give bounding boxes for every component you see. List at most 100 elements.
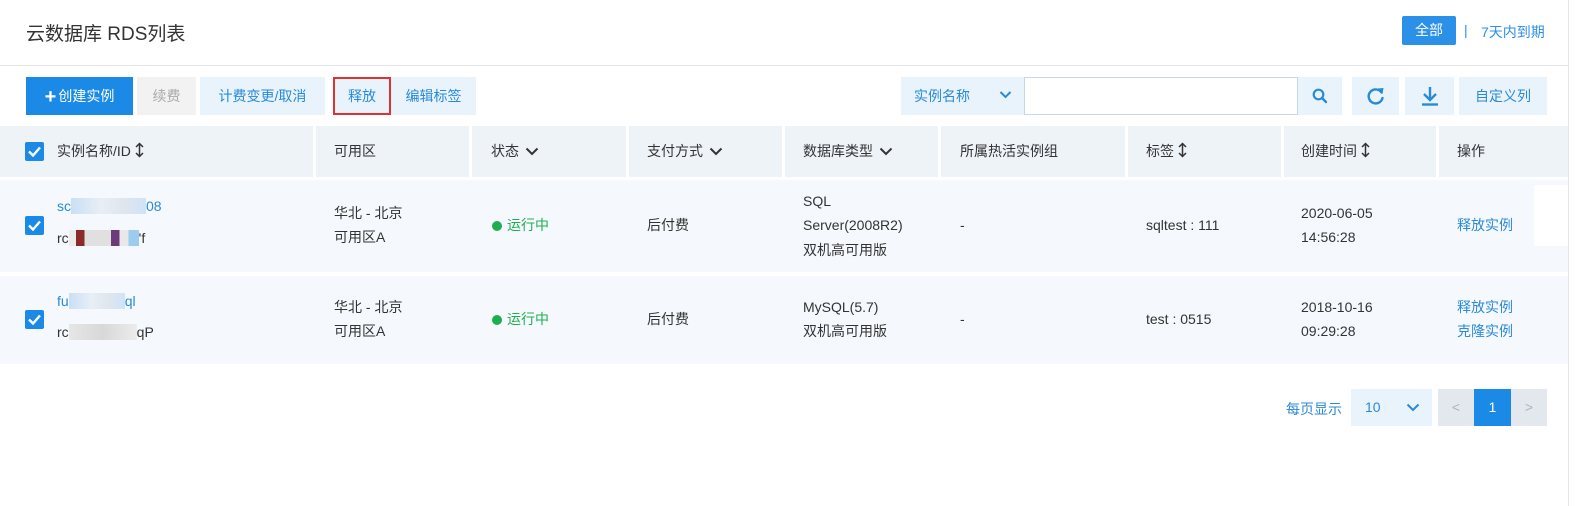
column-divider xyxy=(469,126,472,177)
instance-id: rc qP xyxy=(57,320,154,344)
column-divider xyxy=(626,126,629,177)
sort-icon xyxy=(1178,142,1187,158)
search-icon xyxy=(1312,88,1328,104)
column-label: 支付方式 xyxy=(647,143,703,159)
payment-type: 后付费 xyxy=(647,217,689,233)
created-time: 14:56:28 xyxy=(1301,229,1356,245)
instance-id-prefix: rc xyxy=(57,230,69,246)
plus-icon: + xyxy=(44,86,57,108)
chevron-down-icon xyxy=(999,91,1012,99)
column-divider xyxy=(1281,126,1284,177)
column-header-zone: 可用区 xyxy=(334,143,376,159)
instance-name-prefix: sc xyxy=(57,198,71,214)
column-label: 标签 xyxy=(1146,143,1174,159)
tag-value: sqltest : 111 xyxy=(1146,217,1220,233)
prev-page-button[interactable]: < xyxy=(1438,389,1474,426)
column-header-actions: 操作 xyxy=(1457,143,1485,159)
filter-expiring-7days-link[interactable]: 7天内到期 xyxy=(1481,22,1545,42)
overlay-patch xyxy=(1534,185,1568,246)
db-type-line-2: 双机高可用版 xyxy=(803,323,887,339)
column-label: 数据库类型 xyxy=(803,143,873,159)
download-button[interactable] xyxy=(1405,77,1454,115)
status-dot-icon xyxy=(492,315,502,325)
instance-name-suffix: 08 xyxy=(146,198,162,214)
release-instance-link[interactable]: 释放实例 xyxy=(1457,295,1513,319)
column-divider xyxy=(782,126,785,177)
column-divider xyxy=(1125,126,1128,177)
sort-icon xyxy=(1361,142,1370,158)
sort-icon xyxy=(135,142,144,158)
db-type-line-3: 双机高可用版 xyxy=(803,242,887,258)
chevron-down-icon xyxy=(879,147,893,156)
db-type-line-1: SQL xyxy=(803,193,832,209)
instance-name-suffix: ql xyxy=(124,293,136,309)
search-field-value: 实例名称 xyxy=(914,88,970,104)
column-header-status[interactable]: 状态 xyxy=(491,126,539,177)
instance-name-link[interactable]: fu ql xyxy=(57,289,136,313)
column-header-hot-group: 所属热活实例组 xyxy=(960,143,1058,159)
column-header-created[interactable]: 创建时间 xyxy=(1301,126,1370,177)
status-dot-icon xyxy=(492,221,502,231)
filter-all-button[interactable]: 全部 xyxy=(1402,16,1456,45)
hot-group-value: - xyxy=(960,217,965,233)
search-input[interactable] xyxy=(1024,77,1298,115)
column-divider xyxy=(313,126,316,177)
refresh-icon xyxy=(1367,88,1384,105)
hot-group-value: - xyxy=(960,311,965,327)
instance-id-prefix: rc xyxy=(57,324,69,340)
check-icon xyxy=(28,146,41,158)
table-row: fu ql rc qP 华北 - 北京 可用区A 运行中 后付费 MySQL(5.7… xyxy=(0,276,1568,364)
table-header: 实例名称/ID 可用区 状态 支付方式 数据库类型 所属热活实例组 标签 创建时… xyxy=(0,126,1568,177)
page-header: 云数据库 RDS列表 全部 | 7天内到期 xyxy=(0,0,1568,66)
column-label: 实例名称/ID xyxy=(57,143,131,159)
row-checkbox[interactable] xyxy=(25,310,44,329)
change-billing-button[interactable]: 计费变更/取消 xyxy=(200,77,325,115)
page-1-button[interactable]: 1 xyxy=(1474,389,1511,426)
zone-line-2: 可用区A xyxy=(334,229,386,245)
column-divider xyxy=(1436,126,1439,177)
column-label: 状态 xyxy=(491,143,519,159)
chevron-down-icon xyxy=(525,147,539,156)
edit-tags-button[interactable]: 编辑标签 xyxy=(391,77,476,115)
created-time: 09:29:28 xyxy=(1301,323,1356,339)
redacted-blur xyxy=(68,324,137,340)
redacted-blur xyxy=(71,198,146,214)
create-instance-label: 创建实例 xyxy=(58,88,115,104)
clone-instance-link[interactable]: 克隆实例 xyxy=(1457,319,1513,343)
release-button[interactable]: 释放 xyxy=(333,77,391,115)
check-icon xyxy=(28,220,41,232)
filter-separator: | xyxy=(1464,22,1468,38)
row-checkbox[interactable] xyxy=(25,216,44,235)
redacted-blur xyxy=(68,293,125,309)
column-header-tags[interactable]: 标签 xyxy=(1146,126,1187,177)
renew-button[interactable]: 续费 xyxy=(137,77,196,115)
search-field-select[interactable]: 实例名称 xyxy=(901,77,1024,115)
status-badge: 运行中 xyxy=(492,213,549,237)
instance-id-suffix: 'f xyxy=(138,230,146,246)
page-size-select[interactable]: 10 xyxy=(1351,389,1432,426)
search-button[interactable] xyxy=(1298,77,1342,115)
next-page-button[interactable]: > xyxy=(1511,389,1547,426)
table-row: sc 08 rc 'f 华北 - 北京 可用区A 运行中 后付费 SQL Serve… xyxy=(0,180,1568,272)
column-header-name[interactable]: 实例名称/ID xyxy=(57,126,144,177)
refresh-button[interactable] xyxy=(1352,77,1399,115)
zone-line-2: 可用区A xyxy=(334,323,386,339)
status-label: 运行中 xyxy=(507,311,549,327)
release-instance-link[interactable]: 释放实例 xyxy=(1457,213,1513,237)
zone-line-1: 华北 - 北京 xyxy=(334,205,403,221)
create-instance-button[interactable]: + 创建实例 xyxy=(26,77,133,115)
column-divider xyxy=(938,126,941,177)
select-all-checkbox[interactable] xyxy=(25,142,44,161)
custom-columns-button[interactable]: 自定义列 xyxy=(1459,77,1547,115)
instance-name-link[interactable]: sc 08 xyxy=(57,194,162,218)
page-title: 云数据库 RDS列表 xyxy=(26,24,186,45)
column-header-db-type[interactable]: 数据库类型 xyxy=(803,126,893,177)
redacted-blur xyxy=(68,230,139,246)
download-icon xyxy=(1421,87,1438,106)
created-date: 2018-10-16 xyxy=(1301,299,1373,315)
column-header-payment[interactable]: 支付方式 xyxy=(647,126,723,177)
status-badge: 运行中 xyxy=(492,307,549,331)
chevron-down-icon xyxy=(709,147,723,156)
created-date: 2020-06-05 xyxy=(1301,205,1373,221)
right-edge-panel xyxy=(1568,0,1592,506)
